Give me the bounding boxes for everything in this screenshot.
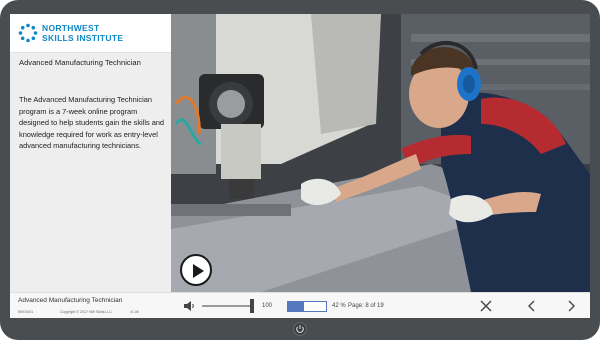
video-player[interactable] (171, 14, 590, 292)
page-indicator: Page: 8 of 19 (348, 303, 384, 309)
close-icon[interactable] (478, 298, 494, 314)
course-title: Advanced Manufacturing Technician (19, 58, 141, 67)
logo-line-2: SKILLS INSTITUTE (42, 32, 124, 43)
controls-course-title: Advanced Manufacturing Technician (18, 297, 123, 304)
volume-value: 100 (262, 303, 273, 309)
copyright-text: Copyright © 2017 NW Skills LLC (60, 310, 112, 314)
logo-icon (18, 23, 38, 43)
chevron-left-icon[interactable] (524, 298, 540, 314)
screen: NORTHWEST SKILLS INSTITUTE Advanced Manu… (10, 14, 590, 318)
progress-percent: 42 % (332, 303, 346, 309)
speaker-icon[interactable] (184, 301, 196, 311)
course-progress-fill (288, 302, 304, 311)
power-icon[interactable] (293, 322, 307, 336)
volume-slider[interactable] (202, 305, 252, 307)
play-button[interactable] (180, 254, 212, 286)
course-description: The Advanced Manufacturing Technician pr… (19, 95, 165, 151)
chevron-right-icon[interactable] (563, 298, 579, 314)
playback-controls: Advanced Manufacturing Technician 59XXX0… (10, 292, 590, 318)
version-text: v1.05 (130, 310, 139, 314)
logo: NORTHWEST SKILLS INSTITUTE (10, 14, 171, 53)
tablet-frame: NORTHWEST SKILLS INSTITUTE Advanced Manu… (0, 0, 600, 340)
course-code: 59XXX01 (18, 310, 34, 314)
volume-slider-thumb[interactable] (250, 299, 254, 313)
sidebar: NORTHWEST SKILLS INSTITUTE Advanced Manu… (10, 14, 171, 292)
video-frame-image (171, 14, 590, 292)
logo-text: NORTHWEST SKILLS INSTITUTE (42, 23, 124, 43)
course-progress-bar (287, 301, 327, 312)
